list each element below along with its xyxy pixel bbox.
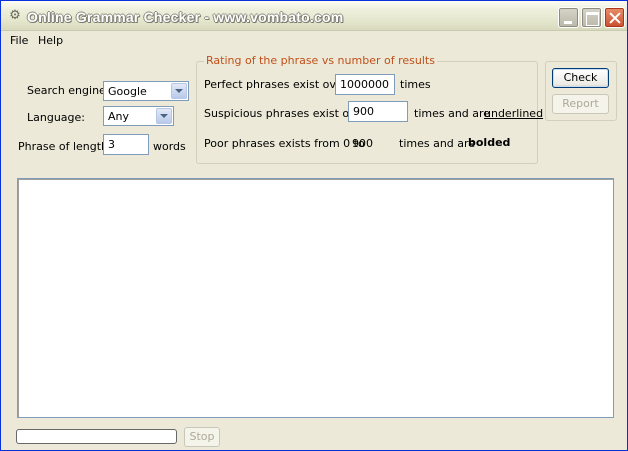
suspicious-threshold-input[interactable]: 900 [348, 101, 408, 122]
menu-bar: File Help [1, 32, 627, 50]
stop-button[interactable]: Stop [184, 427, 220, 447]
phrase-length-value: 3 [108, 138, 115, 151]
perfect-label: Perfect phrases exist over [204, 78, 348, 91]
language-value: Any [108, 110, 130, 123]
search-engine-select[interactable]: Google [103, 81, 189, 101]
perfect-threshold-input[interactable]: 1000000 [335, 74, 395, 95]
underlined-sample: underlined [484, 107, 544, 120]
window-title: Online Grammar Checker - www.vombato.com [27, 9, 344, 25]
progress-bar [16, 429, 177, 444]
title-bar[interactable]: ⚙ Online Grammar Checker - www.vombato.c… [1, 1, 627, 31]
maximize-button[interactable] [581, 7, 602, 28]
bolded-sample: bolded [468, 136, 511, 149]
suspicious-threshold-value: 900 [353, 105, 374, 118]
language-select[interactable]: Any [103, 106, 174, 126]
words-label: words [153, 140, 186, 153]
main-window: ⚙ Online Grammar Checker - www.vombato.c… [0, 0, 628, 451]
poor-suffix: times and are [399, 137, 476, 150]
chevron-down-icon[interactable] [171, 83, 187, 99]
chevron-down-icon[interactable] [156, 108, 172, 124]
poor-threshold-value: 900 [352, 137, 373, 150]
menu-help[interactable]: Help [38, 34, 63, 47]
text-input-area[interactable] [17, 178, 614, 418]
menu-file[interactable]: File [10, 34, 28, 47]
search-engine-label: Search engine: [27, 84, 110, 97]
rating-legend: Rating of the phrase vs number of result… [204, 54, 437, 67]
perfect-threshold-value: 1000000 [340, 78, 389, 91]
minimize-button[interactable] [558, 7, 579, 28]
perfect-suffix: times [400, 78, 431, 91]
language-label: Language: [27, 111, 85, 124]
phrase-length-input[interactable]: 3 [103, 134, 149, 155]
report-button[interactable]: Report [552, 94, 609, 114]
search-engine-value: Google [108, 85, 147, 98]
close-button[interactable] [604, 7, 625, 28]
suspicious-suffix: times and are [414, 107, 491, 120]
phrase-length-label: Phrase of length [18, 140, 109, 153]
poor-label: Poor phrases exists from 0 to [204, 137, 365, 150]
suspicious-label: Suspicious phrases exist over [204, 107, 367, 120]
app-icon: ⚙ [9, 8, 21, 23]
check-button[interactable]: Check [552, 68, 609, 88]
